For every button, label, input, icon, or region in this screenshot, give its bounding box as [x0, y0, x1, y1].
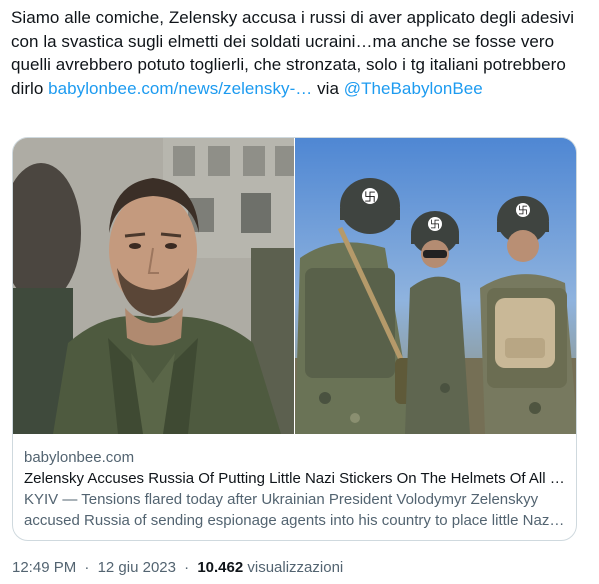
card-description: KYIV — Tensions flared today after Ukrai… [24, 491, 553, 529]
tweet-date[interactable]: 12 giu 2023 [98, 559, 176, 576]
soldiers-photo: 卐 卐 卐 [295, 138, 576, 434]
card-domain: babylonbee.com [24, 449, 135, 466]
svg-text:卐: 卐 [518, 205, 528, 217]
tweet: Siamo alle comiche, Zelensky accusa i ru… [0, 0, 599, 584]
views-label: visualizzazioni [247, 559, 344, 576]
meta-separator: · [84, 559, 90, 576]
portrait-illustration [13, 138, 294, 434]
svg-text:卐: 卐 [364, 190, 376, 204]
tweet-text: Siamo alle comiche, Zelensky accusa i ru… [11, 6, 591, 100]
via-label: via [317, 78, 340, 98]
soldiers-illustration: 卐 卐 卐 [295, 138, 576, 434]
card-image[interactable]: 卐 卐 卐 [13, 138, 576, 434]
tweet-time[interactable]: 12:49 PM [12, 559, 76, 576]
card-title: Zelensky Accuses Russia Of Putting Littl… [24, 470, 567, 487]
svg-text:卐: 卐 [430, 219, 440, 231]
tweet-meta: 12:49 PM · 12 giu 2023 · 10.462 visualiz… [12, 558, 343, 578]
views-count: 10.462 [197, 559, 244, 576]
article-link[interactable]: babylonbee.com/news/zelensky-… [48, 79, 312, 98]
link-preview-card[interactable]: 卐 卐 卐 babylonbee.com Zelensky Accuses Ru… [12, 137, 577, 541]
card-info[interactable]: babylonbee.com Zelensky Accuses Russia O… [13, 435, 576, 531]
mention-link[interactable]: @TheBabylonBee [344, 79, 483, 98]
portrait-photo [13, 138, 294, 434]
meta-separator-2: · [184, 559, 190, 576]
